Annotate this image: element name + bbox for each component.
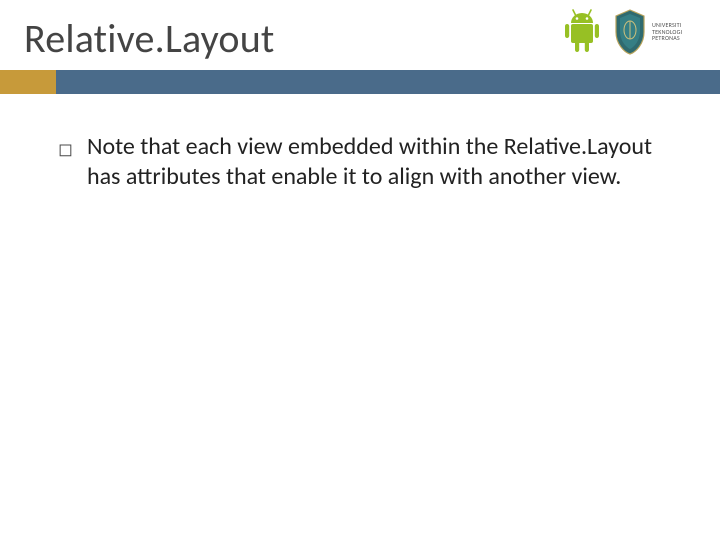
title-underline-bar [56,70,720,94]
logo-group: UNIVERSITI TEKNOLOGI PETRONAS [562,8,700,56]
slide: Relative.Layout UNIVE [0,0,720,540]
android-icon [562,8,602,56]
shield-icon [612,8,648,56]
slide-title: Relative.Layout [24,14,275,63]
list-item: ◻ Note that each view embedded within th… [58,132,658,192]
university-name: UNIVERSITI TEKNOLOGI PETRONAS [652,22,700,42]
accent-bar [0,70,56,94]
university-logo: UNIVERSITI TEKNOLOGI PETRONAS [612,8,700,56]
bullet-icon: ◻ [58,134,73,164]
bullet-text: Note that each view embedded within the … [87,132,658,192]
body-content: ◻ Note that each view embedded within th… [58,132,658,192]
